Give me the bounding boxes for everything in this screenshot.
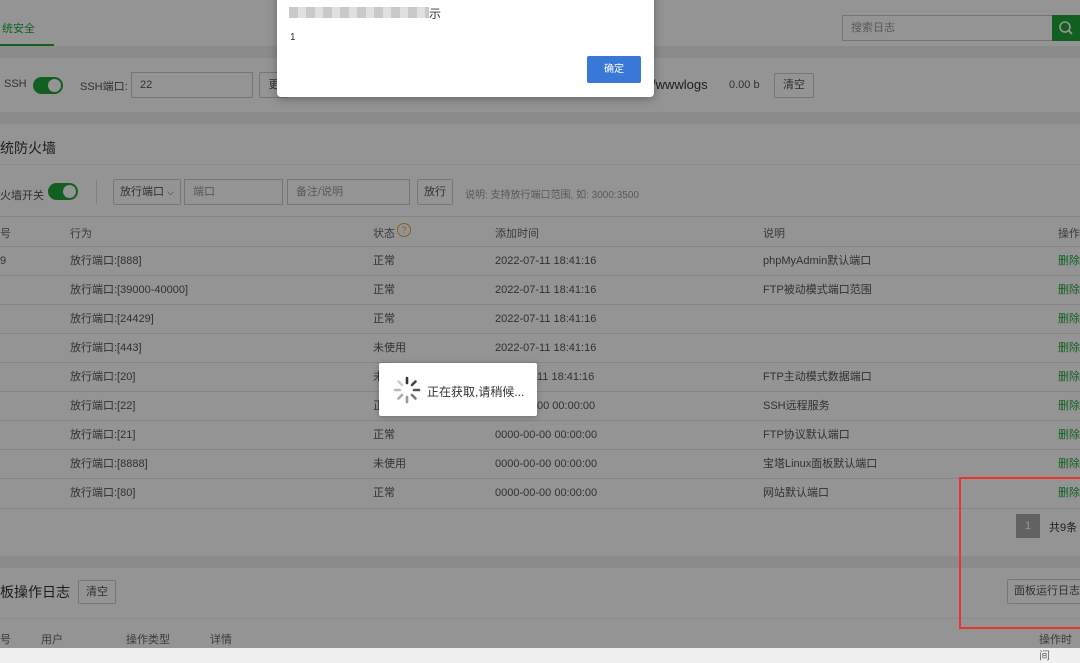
dialog-message: 1 [290, 32, 296, 43]
confirm-label: 确定 [604, 64, 624, 75]
alert-dialog: 示 1 确定 [277, 0, 654, 97]
loading-text: 正在获取,请稍候... [427, 385, 525, 399]
confirm-button[interactable]: 确定 [587, 56, 641, 83]
modal-overlay [0, 0, 1080, 648]
redacted-title [289, 7, 429, 18]
loading-toast: 正在获取,请稍候... [379, 363, 537, 416]
spinner-icon [393, 376, 421, 404]
highlight-annotation [959, 477, 1080, 629]
dialog-title-suffix: 示 [429, 7, 442, 21]
